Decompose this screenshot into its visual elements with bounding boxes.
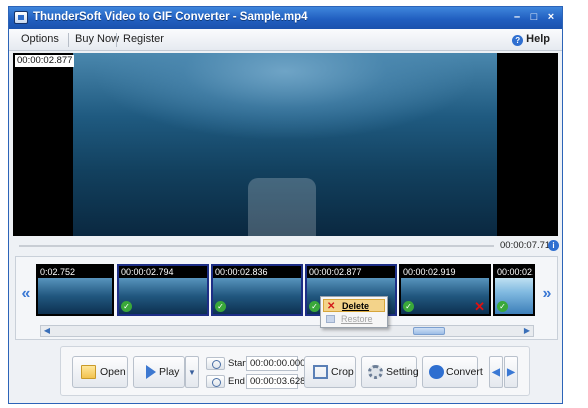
frame-context-menu: ✕ Delete Restore	[320, 296, 388, 328]
start-time-field[interactable]: 00:00:00.000	[246, 356, 305, 371]
check-icon: ✓	[309, 301, 320, 312]
restore-icon	[326, 315, 335, 323]
context-delete-item[interactable]: ✕ Delete	[323, 299, 385, 312]
check-icon: ✓	[215, 301, 226, 312]
prev-nav-icon[interactable]: ◀	[489, 356, 503, 388]
setting-label: Setting	[386, 366, 419, 378]
close-button[interactable]: ×	[544, 10, 558, 24]
preview-frame-image	[73, 53, 497, 236]
frame-time: 00:00:02.836	[214, 267, 269, 277]
frame-thumbnail[interactable]: 00:00:02.961 ✓	[493, 264, 535, 316]
frame-time: 0:02.752	[39, 267, 77, 277]
frame-thumbnail[interactable]: 00:00:02.836 ✓	[211, 264, 303, 316]
frame-thumbnail[interactable]: 00:00:02.794 ✓	[117, 264, 209, 316]
frame-time: 00:00:02.919	[402, 267, 457, 277]
title-bar: ThunderSoft Video to GIF Converter - Sam…	[9, 7, 562, 29]
scroll-left-icon[interactable]: ◀	[41, 326, 53, 336]
frame-image	[213, 278, 301, 314]
scroll-thumb[interactable]	[413, 327, 445, 335]
watermark-logo	[248, 178, 316, 236]
crop-icon	[313, 365, 328, 379]
timeline-slider[interactable]: 00:00:07.716 i	[13, 239, 559, 253]
open-button[interactable]: Open	[72, 356, 128, 388]
end-time-field[interactable]: 00:00:03.628	[246, 374, 305, 389]
help-menu[interactable]: ? Help	[512, 33, 550, 46]
app-window: ThunderSoft Video to GIF Converter - Sam…	[8, 6, 563, 404]
end-clock-icon	[206, 375, 225, 388]
context-restore-label: Restore	[341, 314, 373, 324]
folder-icon	[81, 365, 96, 379]
slider-track[interactable]	[19, 245, 494, 247]
app-logo-icon	[14, 11, 28, 24]
menu-options[interactable]: Options	[21, 33, 59, 45]
play-label: Play	[159, 366, 180, 378]
strip-scrollbar[interactable]: ◀ ▶	[40, 325, 534, 337]
gear-icon	[368, 365, 383, 379]
context-restore-item: Restore	[323, 313, 385, 326]
check-icon: ✓	[497, 301, 508, 312]
convert-icon	[429, 365, 444, 379]
frame-time: 00:00:02.794	[120, 267, 175, 277]
next-nav-icon[interactable]: ▶	[504, 356, 518, 388]
frame-time: 00:00:02.877	[308, 267, 363, 277]
context-delete-label: Delete	[342, 301, 370, 311]
menu-register[interactable]: Register	[123, 33, 164, 45]
menu-separator	[116, 33, 117, 47]
strip-prev-arrow-icon[interactable]: «	[18, 283, 34, 305]
deleted-x-icon: ✕	[474, 299, 485, 314]
help-icon: ?	[512, 35, 524, 46]
check-icon: ✓	[403, 301, 414, 312]
maximize-button[interactable]: □	[527, 10, 541, 24]
start-clock-icon	[206, 357, 225, 370]
crop-label: Crop	[331, 366, 354, 378]
bottom-toolbar: Open Play ▼ Start 00:00:00.000 End 00:00…	[60, 346, 530, 396]
open-label: Open	[100, 366, 126, 378]
crop-button[interactable]: Crop	[304, 356, 356, 388]
check-icon: ✓	[121, 301, 132, 312]
end-label: End	[228, 376, 245, 387]
convert-label: Convert	[446, 366, 483, 378]
scroll-right-icon[interactable]: ▶	[521, 326, 533, 336]
play-options-dropdown-icon[interactable]: ▼	[185, 356, 199, 388]
frame-strip: « » 0:02.752 00:00:02.794 ✓ 00:00:02.836…	[15, 256, 558, 340]
menu-separator	[68, 33, 69, 47]
preview-current-time: 00:00:02.877	[15, 55, 75, 67]
frame-image	[119, 278, 207, 314]
strip-next-arrow-icon[interactable]: »	[539, 283, 555, 305]
frame-image	[38, 278, 112, 314]
frame-thumbnail[interactable]: 0:02.752	[36, 264, 114, 316]
help-label: Help	[526, 33, 550, 45]
frame-time: 00:00:02.961	[496, 267, 533, 277]
menu-bar: Options Buy Now Register ? Help	[9, 29, 562, 51]
convert-button[interactable]: Convert	[422, 356, 483, 388]
menu-buy-now[interactable]: Buy Now	[75, 33, 119, 45]
minimize-button[interactable]: –	[510, 10, 524, 24]
frame-thumbnail[interactable]: 00:00:02.919 ✓ ✕	[399, 264, 491, 316]
delete-x-icon: ✕	[327, 301, 336, 312]
play-icon	[146, 365, 156, 379]
video-preview: 00:00:02.877	[13, 53, 558, 236]
play-button[interactable]: Play	[133, 356, 185, 388]
setting-button[interactable]: Setting	[361, 356, 419, 388]
window-title: ThunderSoft Video to GIF Converter - Sam…	[33, 11, 308, 23]
info-icon[interactable]: i	[548, 240, 559, 251]
